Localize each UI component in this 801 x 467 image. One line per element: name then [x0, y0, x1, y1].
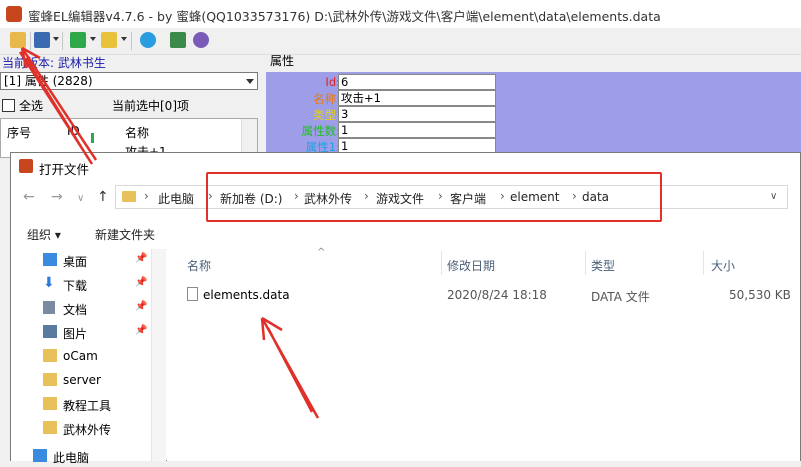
app-logo-icon	[19, 159, 33, 173]
group-select[interactable]: [1] 属性 (2828)	[0, 72, 258, 90]
selection-count: 当前选中[0]项	[112, 99, 189, 113]
organize-button[interactable]: 组织 ▾	[27, 226, 61, 243]
nav-item-label: 下载	[63, 279, 88, 293]
nav-item-label: 桌面	[63, 255, 88, 269]
open-folder-icon[interactable]	[10, 32, 26, 48]
sort-ascending-icon: ^	[317, 247, 326, 258]
file-icon	[187, 287, 198, 301]
column-header-index[interactable]: 序号	[7, 124, 31, 141]
nav-item-label: 图片	[63, 327, 88, 341]
property-name: 名称:	[313, 92, 340, 106]
column-divider[interactable]	[441, 251, 442, 275]
property-row-id: Id: 6	[266, 74, 498, 90]
check-icon[interactable]	[140, 32, 156, 48]
address-dropdown-icon[interactable]: ∨	[770, 191, 777, 202]
file-name[interactable]: elements.data	[203, 288, 290, 302]
select-all-checkbox[interactable]: 全选	[2, 97, 43, 114]
properties-label: 属性	[270, 54, 295, 68]
back-arrow-icon[interactable]: ←	[23, 189, 35, 205]
export-icon[interactable]	[70, 32, 86, 48]
folder-icon	[122, 191, 136, 205]
nav-item-label: oCam	[63, 349, 98, 363]
edit-dropdown-icon[interactable]	[121, 37, 127, 41]
navigation-scrollbar[interactable]	[152, 249, 166, 461]
pictures-icon	[43, 325, 57, 338]
column-header-name[interactable]: 名称	[187, 257, 211, 274]
save-icon[interactable]	[34, 32, 50, 48]
property-name: 属性数:	[301, 124, 340, 138]
toolbar-separator	[131, 32, 132, 50]
desktop-icon	[43, 253, 57, 266]
nav-item-label: 教程工具	[63, 399, 112, 413]
toolbar-separator	[30, 32, 31, 50]
folder-icon	[43, 349, 57, 362]
folder-icon	[43, 397, 57, 410]
file-modified: 2020/8/24 18:18	[447, 288, 547, 302]
property-name: 类型:	[313, 108, 340, 122]
nav-item-label: 文档	[63, 303, 88, 317]
property-value-field[interactable]: 1	[338, 122, 496, 138]
file-list: ^ 名称 修改日期 类型 大小 elements.data 2020/8/24 …	[167, 247, 800, 461]
toolbar	[0, 28, 801, 55]
nav-item-label: 此电脑	[53, 451, 90, 465]
documents-icon	[43, 301, 55, 314]
column-divider[interactable]	[585, 251, 586, 275]
property-row-name: 名称: 攻击+1	[266, 90, 498, 106]
column-divider[interactable]	[703, 251, 704, 275]
column-header-size[interactable]: 大小	[711, 257, 735, 274]
app-logo-icon	[6, 6, 22, 22]
column-header-name[interactable]: 名称	[125, 124, 149, 141]
up-arrow-icon[interactable]: ↑	[97, 189, 109, 205]
download-icon: ⬇	[43, 275, 55, 291]
dialog-title: 打开文件	[39, 162, 90, 177]
file-type: DATA 文件	[591, 290, 650, 304]
annotation-highlight-box	[206, 172, 662, 222]
export-dropdown-icon[interactable]	[90, 37, 96, 41]
property-value-field[interactable]: 攻击+1	[338, 90, 496, 106]
folder-icon	[43, 421, 57, 434]
navigation-pane: 桌面 📌 ⬇ 下载 📌 文档 📌 图片 📌 oCam server 教程工具 武…	[11, 249, 152, 465]
pin-icon[interactable]: 📌	[135, 277, 147, 288]
column-header-type[interactable]: 类型	[591, 257, 615, 274]
breadcrumb-item[interactable]: 此电脑	[158, 190, 194, 207]
refresh-icon[interactable]	[170, 32, 186, 48]
recent-locations-icon[interactable]: ∨	[77, 193, 84, 204]
nav-item-label: server	[63, 373, 101, 387]
pin-icon[interactable]: 📌	[135, 253, 147, 264]
save-dropdown-icon[interactable]	[53, 37, 59, 41]
computer-icon	[33, 449, 47, 462]
properties-panel: Id: 6 名称: 攻击+1 类型: 3 属性数: 1 属性1: 1	[266, 72, 801, 156]
help-icon[interactable]	[193, 32, 209, 48]
file-row[interactable]: elements.data 2020/8/24 18:18 DATA 文件 50…	[183, 285, 800, 307]
select-all-label: 全选	[19, 99, 44, 113]
property-row-count: 属性数: 1	[266, 122, 498, 138]
pin-icon[interactable]: 📌	[135, 301, 147, 312]
nav-item-label: 武林外传	[63, 423, 112, 437]
group-select-value: [1] 属性 (2828)	[4, 74, 93, 88]
column-header-id[interactable]: ID	[67, 124, 80, 138]
window-title: 蜜蜂EL编辑器v4.7.6 - by 蜜蜂(QQ1033573176) D:\武…	[28, 9, 661, 24]
title-bar: 蜜蜂EL编辑器v4.7.6 - by 蜜蜂(QQ1033573176) D:\武…	[0, 0, 801, 28]
toolbar-separator	[62, 32, 63, 50]
version-label: 当前版本: 武林书生	[2, 56, 106, 70]
property-value-field[interactable]: 6	[338, 74, 496, 90]
file-size: 50,530 KB	[729, 288, 791, 302]
sort-indicator-icon	[91, 133, 94, 143]
chevron-right-icon: ›	[144, 189, 149, 203]
forward-arrow-icon[interactable]: →	[51, 189, 63, 205]
checkbox-icon	[2, 99, 15, 112]
property-value-field[interactable]: 3	[338, 106, 496, 122]
edit-icon[interactable]	[101, 32, 117, 48]
column-header-modified[interactable]: 修改日期	[447, 257, 495, 274]
chevron-down-icon	[246, 79, 254, 84]
new-folder-button[interactable]: 新建文件夹	[95, 226, 155, 243]
property-row-type: 类型: 3	[266, 106, 498, 122]
pin-icon[interactable]: 📌	[135, 325, 147, 336]
folder-icon	[43, 373, 57, 386]
